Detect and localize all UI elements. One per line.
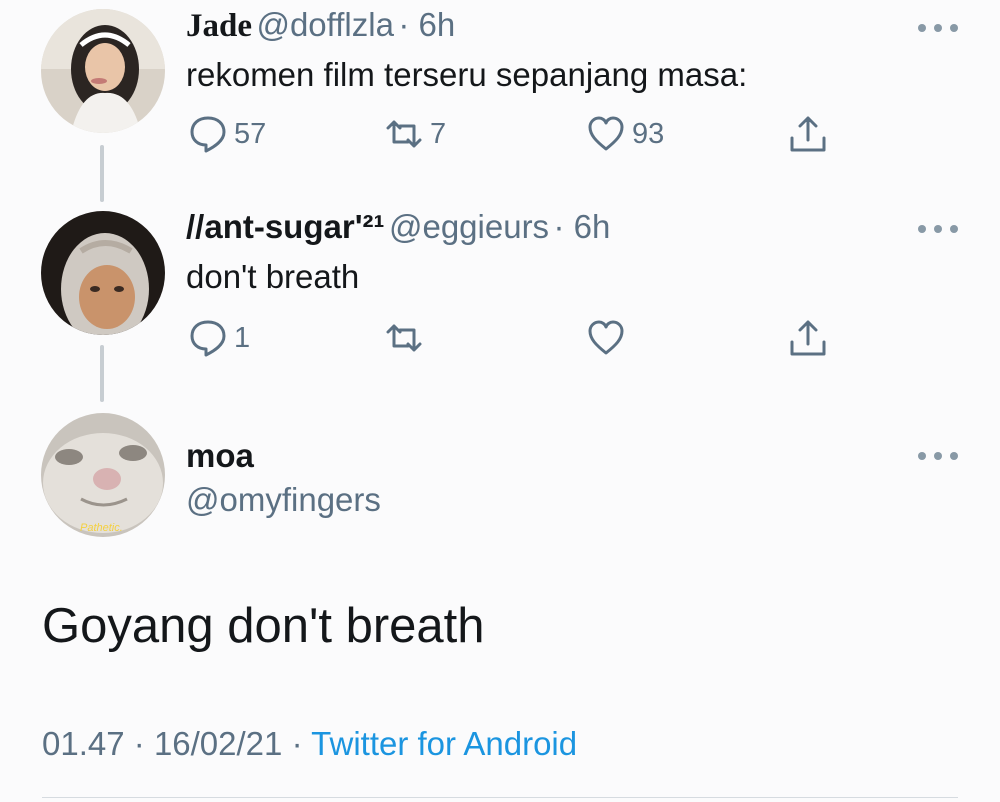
main-tweet-text: Goyang don't breath (42, 599, 485, 653)
avatar-eggieurs[interactable] (41, 211, 165, 335)
tweet-1-time[interactable]: · 6h (398, 6, 455, 43)
heart-icon (588, 116, 624, 151)
tweet-2-more-button[interactable] (918, 223, 958, 235)
tweet-1-share-button[interactable] (788, 114, 828, 154)
tweet-2-like-button[interactable] (586, 318, 626, 358)
reply-icon (190, 116, 226, 153)
tweet-2-header: //ant-sugar'²¹ @eggieurs · 6h (186, 208, 610, 246)
retweet-icon (386, 120, 422, 148)
tweet-1-text: rekomen film terseru sepanjang masa: (186, 56, 748, 93)
tweet-1-retweet-count: 7 (430, 117, 447, 150)
main-tweet-name[interactable]: moa (186, 437, 254, 475)
tweet-2-reply-count: 1 (234, 321, 251, 354)
tweet-1-more-button[interactable] (918, 22, 958, 34)
tweet-2-retweet-button[interactable] (384, 318, 424, 358)
main-tweet-more-button[interactable] (918, 450, 958, 462)
tweet-1-reply-button[interactable]: 57 (188, 114, 266, 154)
main-tweet-source[interactable]: Twitter for Android (311, 725, 577, 762)
tweet-1-retweet-button[interactable]: 7 (384, 114, 446, 154)
avatar-photo-girl (41, 9, 165, 133)
divider (42, 797, 958, 798)
tweet-2-reply-button[interactable]: 1 (188, 318, 250, 358)
tweet-1-reply-count: 57 (234, 117, 267, 150)
more-icon (918, 225, 926, 233)
main-tweet-time[interactable]: 01.47 (42, 725, 125, 762)
tweet-1-header: Jade @dofflzla · 6h (186, 6, 455, 45)
avatar-photo-hijab (41, 211, 165, 335)
avatar-omyfingers[interactable] (41, 413, 165, 537)
more-icon (918, 452, 926, 460)
tweet-2-handle[interactable]: @eggieurs (389, 208, 549, 245)
share-icon (790, 320, 826, 356)
tweet-2-name[interactable]: //ant-sugar'²¹ (186, 208, 385, 245)
meta-separator: · (291, 725, 303, 762)
tweet-1-handle[interactable]: @dofflzla (256, 6, 393, 43)
tweet-1-like-count: 93 (632, 117, 665, 150)
share-icon (790, 116, 826, 152)
tweet-1-name[interactable]: Jade (186, 8, 252, 44)
main-tweet-date[interactable]: 16/02/21 (154, 725, 282, 762)
thread-line-1 (100, 145, 104, 202)
retweet-icon (386, 324, 422, 352)
tweet-2-time[interactable]: · 6h (554, 208, 611, 245)
avatar-photo-cat (41, 413, 165, 537)
avatar-jade[interactable] (41, 9, 165, 133)
meta-separator: · (133, 725, 145, 762)
tweet-1-like-button[interactable]: 93 (586, 114, 664, 154)
tweet-2-text: don't breath (186, 258, 360, 295)
tweet-2-share-button[interactable] (788, 318, 828, 358)
heart-icon (588, 320, 624, 355)
thread-line-2 (100, 345, 104, 402)
more-icon (918, 24, 926, 32)
reply-icon (190, 320, 226, 357)
avatar-caption: Pathetic. (80, 522, 123, 534)
main-tweet-meta: 01.47 · 16/02/21 · Twitter for Android (42, 725, 577, 763)
main-tweet-handle[interactable]: @omyfingers (186, 481, 381, 519)
